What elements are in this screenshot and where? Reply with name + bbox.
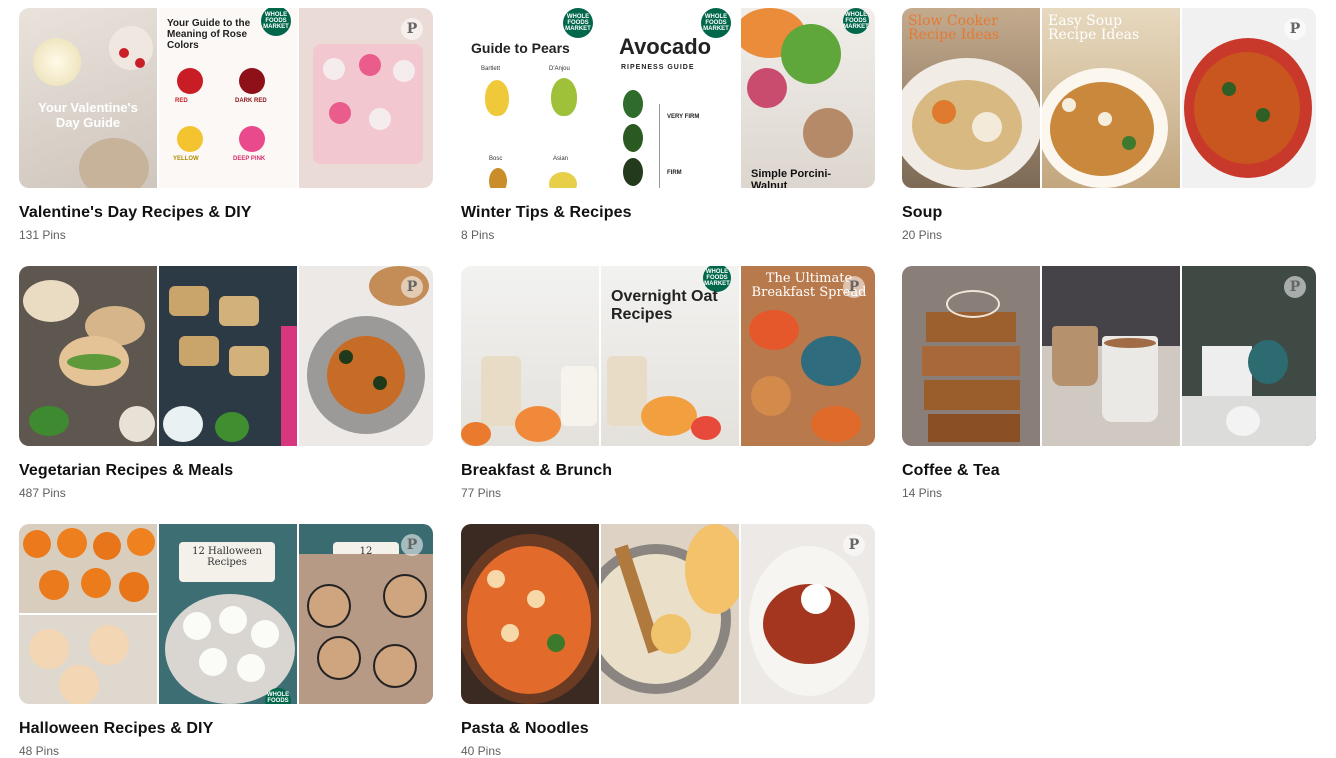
pear-label: Bartlett [481,66,501,72]
whole-foods-logo-icon: WHOLE FOODS MARKET [563,8,593,38]
cover-image-3: The Ultimate Breakfast Spread P [741,266,875,446]
board-card-breakfast[interactable]: WHOLE FOODS MARKET Overnight Oat Recipes… [461,266,875,500]
cover-overlay-text: Easy Soup Recipe Ideas [1048,13,1140,43]
pinterest-logo-icon: P [401,18,423,40]
cover-image-2 [1042,266,1180,446]
cover-image-3: P [1182,266,1316,446]
whole-foods-logo-icon: WHOLE FOODS MARKET [843,8,869,34]
cover-image-2: WHOLE FOODS MARKET Overnight Oat Recipes [601,266,739,446]
cover-image-2 [601,524,739,704]
rose-label: DARK RED [235,98,267,104]
board-title[interactable]: Vegetarian Recipes & Meals [19,462,433,480]
board-title[interactable]: Coffee & Tea [902,462,1316,480]
pear-label: Asian [553,156,569,162]
whole-foods-logo-icon: WHOLE FOODS MARKET [265,688,291,704]
pinterest-logo-icon: P [401,276,423,298]
pear-label: D'Anjou [549,66,570,72]
board-title[interactable]: Pasta & Noodles [461,720,875,738]
board-cover[interactable]: Slow Cooker Recipe Ideas Easy Soup Recip… [902,8,1316,188]
pinterest-logo-icon: P [1284,276,1306,298]
pinterest-logo-icon: P [401,534,423,556]
cover-overlay-text: Guide to Pears [471,40,570,56]
cover-image-1 [902,266,1040,446]
board-title[interactable]: Winter Tips & Recipes [461,204,875,222]
cover-image-1: Slow Cooker Recipe Ideas [902,8,1040,188]
board-cover[interactable]: Your Valentine's Day Guide WHOLE FOODS M… [19,8,433,188]
cover-image-3: P [1182,8,1316,188]
pear-label: Bosc [489,156,503,162]
board-cover[interactable]: 12 Halloween Recipes WHOLE FOODS MARKET … [19,524,433,704]
cover-image-2: Easy Soup Recipe Ideas [1042,8,1180,188]
board-pin-count: 487 Pins [19,486,66,500]
cover-image-1 [19,266,157,446]
board-pin-count: 131 Pins [19,228,66,242]
board-cover[interactable]: WHOLE FOODS MARKET Guide to Pears Bartle… [461,8,875,188]
rose-label: DEEP PINK [233,156,266,162]
cover-image-1: Your Valentine's Day Guide [19,8,157,188]
board-cover[interactable]: WHOLE FOODS MARKET Overnight Oat Recipes… [461,266,875,446]
rose-label: YELLOW [173,156,199,162]
cover-overlay-subtitle: RIPENESS GUIDE [621,64,695,71]
cover-image-3: P [299,266,433,446]
avocado-label: VERY FIRM [667,114,700,120]
board-title[interactable]: Breakfast & Brunch [461,462,875,480]
board-cover[interactable]: P [19,266,433,446]
cover-overlay-text: Overnight Oat Recipes [611,288,718,323]
board-card-winter-tips[interactable]: WHOLE FOODS MARKET Guide to Pears Bartle… [461,8,875,242]
board-title[interactable]: Halloween Recipes & DIY [19,720,433,738]
cover-image-3: P [299,8,433,188]
board-card-valentines[interactable]: Your Valentine's Day Guide WHOLE FOODS M… [19,8,433,242]
board-pin-count: 8 Pins [461,228,495,242]
board-title[interactable]: Valentine's Day Recipes & DIY [19,204,433,222]
board-cover[interactable]: P [461,524,875,704]
cover-overlay-title: Avocado [619,34,712,59]
board-pin-count: 77 Pins [461,486,502,500]
cover-image-2: WHOLE FOODS MARKET Your Guide to the Mea… [159,8,297,188]
cover-image-1 [461,524,599,704]
board-title[interactable]: Soup [902,204,1316,222]
board-card-coffee-tea[interactable]: P Coffee & Tea 14 Pins [902,266,1316,500]
pinterest-logo-icon: P [1284,18,1306,40]
cover-image-3: P [741,524,875,704]
board-card-pasta[interactable]: P Pasta & Noodles 40 Pins [461,524,875,758]
board-pin-count: 14 Pins [902,486,943,500]
board-card-vegetarian[interactable]: P Vegetarian Recipes & Meals 487 Pins [19,266,433,500]
cover-image-1 [19,524,157,704]
cover-image-1 [461,266,599,446]
cover-image-2 [159,266,297,446]
pinterest-logo-icon: P [843,534,865,556]
cover-overlay-text: 12 Halloween Recipes [192,546,262,568]
cover-overlay-text: Your Valentine's Day Guide [38,100,138,130]
board-pin-count: 20 Pins [902,228,943,242]
board-card-soup[interactable]: Slow Cooker Recipe Ideas Easy Soup Recip… [902,8,1316,242]
avocado-label: FIRM [667,170,682,176]
cover-overlay-text: Simple Porcini-Walnut [751,168,832,188]
board-cover[interactable]: P [902,266,1316,446]
board-card-halloween[interactable]: 12 Halloween Recipes WHOLE FOODS MARKET … [19,524,433,758]
cover-overlay-text: Slow Cooker Recipe Ideas [908,13,1000,43]
cover-image-2: 12 Halloween Recipes WHOLE FOODS MARKET [159,524,297,704]
cover-image-2: WHOLE FOODS MARKET Avocado RIPENESS GUID… [601,8,739,188]
cover-image-1: WHOLE FOODS MARKET Guide to Pears Bartle… [461,8,599,188]
cover-image-3: WHOLE FOODS MARKET Simple Porcini-Walnut [741,8,875,188]
pinterest-logo-icon: P [843,276,865,298]
cover-overlay-text: Your Guide to the Meaning of Rose Colors [167,18,251,51]
cover-image-3: 12 Halloween Recipes P [299,524,433,704]
rose-label: RED [175,98,188,104]
boards-grid: Your Valentine's Day Guide WHOLE FOODS M… [0,0,1336,758]
